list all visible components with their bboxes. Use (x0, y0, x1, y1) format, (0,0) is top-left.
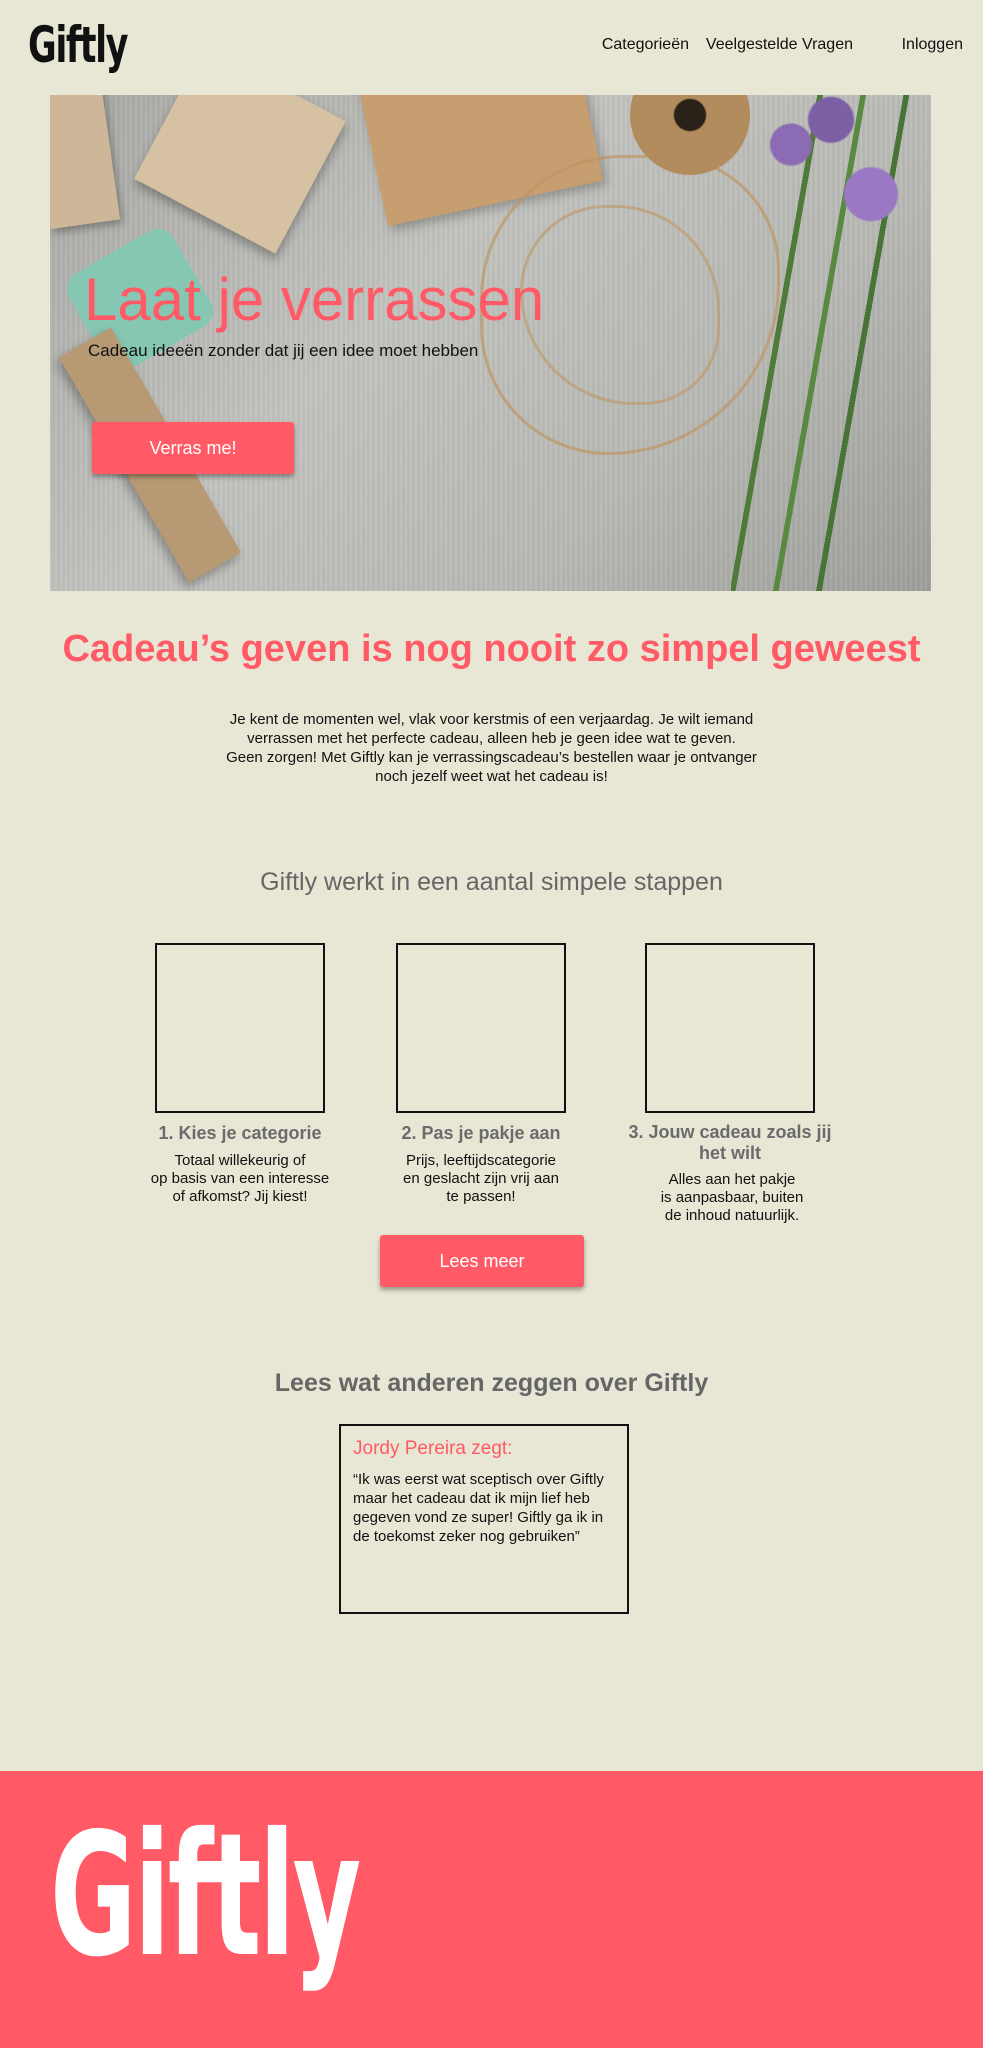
step-text-line: te passen! (446, 1188, 516, 1205)
footer: Giftly (0, 1771, 983, 2048)
hero-subtitle: Cadeau ideeën zonder dat jij een idee mo… (88, 341, 479, 360)
step-2-heading: 2. Pas je pakje aan (401, 1123, 561, 1143)
nav-login[interactable]: Inloggen (902, 36, 963, 54)
step-3-text: Alles aan het pakje is aanpasbaar, buite… (622, 1171, 842, 1225)
quote-line: gegeven vond ze super! Giftly ga ik in (353, 1509, 604, 1526)
hero-package-decoration (50, 95, 121, 230)
step-text-line: Prijs, leeftijdscategorie (405, 1152, 557, 1169)
testimonial-author: Jordy Pereira zegt: (353, 1438, 513, 1459)
intro-line: Je kent de momenten wel, vlak voor kerst… (229, 711, 754, 728)
read-more-button[interactable]: Lees meer (380, 1235, 584, 1287)
intro-line: verrassen met het perfecte cadeau, allee… (247, 730, 736, 747)
step-3-image-placeholder (645, 943, 815, 1113)
quote-line: “Ik was eerst wat sceptisch over Giftly (353, 1471, 604, 1488)
step-heading-line: 3. Jouw cadeau zoals jij (628, 1122, 832, 1142)
step-3-heading: 3. Jouw cadeau zoals jij het wilt (620, 1122, 840, 1164)
step-text-line: en geslacht zijn vrij aan (403, 1170, 559, 1187)
hero-banner: Laat je verrassen Cadeau ideeën zonder d… (50, 95, 931, 591)
intro-title: Cadeau’s geven is nog nooit zo simpel ge… (62, 628, 921, 670)
step-1-heading: 1. Kies je categorie (158, 1123, 322, 1143)
step-heading-line: het wilt (699, 1143, 761, 1163)
hero-title: Laat je verrassen (84, 266, 545, 333)
footer-logo[interactable]: Giftly (50, 1811, 361, 1981)
step-text-line: Alles aan het pakje (668, 1171, 796, 1188)
intro-line: Geen zorgen! Met Giftly kan je verrassin… (226, 749, 757, 766)
testimonial-card: Jordy Pereira zegt: “Ik was eerst wat sc… (339, 1424, 629, 1614)
step-text-line: Totaal willekeurig of (174, 1152, 306, 1169)
testimonial-quote: “Ik was eerst wat sceptisch over Giftly … (353, 1470, 615, 1546)
testimonials-title: Lees wat anderen zeggen over Giftly (274, 1369, 709, 1397)
quote-line: de toekomst zeker nog gebruiken” (353, 1528, 580, 1545)
step-text-line: op basis van een interesse (150, 1170, 330, 1187)
step-text-line: is aanpasbaar, buiten (660, 1189, 804, 1206)
step-1-image-placeholder (155, 943, 325, 1113)
steps-title: Giftly werkt in een aantal simpele stapp… (260, 868, 723, 896)
intro-text: Je kent de momenten wel, vlak voor kerst… (211, 710, 772, 786)
intro-line: noch jezelf weet wat het cadeau is! (375, 768, 608, 785)
nav-faq[interactable]: Veelgestelde Vragen (706, 36, 853, 54)
nav-categories[interactable]: Categorieën (602, 36, 689, 54)
step-text-line: of afkomst? Jij kiest! (172, 1188, 308, 1205)
hero-flowers-decoration (731, 95, 931, 591)
step-2-text: Prijs, leeftijdscategorie en geslacht zi… (371, 1152, 591, 1206)
step-text-line: de inhoud natuurlijk. (664, 1207, 800, 1224)
surprise-me-button[interactable]: Verras me! (92, 422, 294, 474)
step-1-text: Totaal willekeurig of op basis van een i… (130, 1152, 350, 1206)
logo[interactable]: Giftly (28, 20, 129, 70)
step-2-image-placeholder (396, 943, 566, 1113)
quote-line: maar het cadeau dat ik mijn lief heb (353, 1490, 590, 1507)
